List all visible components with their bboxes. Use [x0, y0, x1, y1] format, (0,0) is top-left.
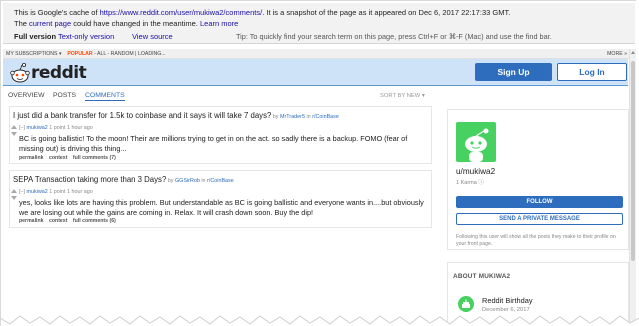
comment-body: BC is going ballistic! To the moon! Thei… [19, 134, 408, 153]
avatar[interactable] [456, 122, 496, 162]
popular-link[interactable]: POPULAR [67, 51, 92, 57]
send-private-message-button[interactable]: SEND A PRIVATE MESSAGE [456, 213, 623, 225]
follow-button[interactable]: FOLLOW [456, 196, 623, 208]
reddit-snoo-icon[interactable] [9, 62, 31, 84]
profile-username: u/mukiwa2 [456, 167, 496, 176]
reddit-header: reddit Sign Up Log In [3, 59, 628, 86]
comment-author-link[interactable]: mukiwa2 [27, 125, 48, 131]
log-in-button[interactable]: Log In [557, 63, 627, 81]
post-title-line: SEPA Transaction taking more than 3 Days… [13, 175, 234, 184]
comment-actions: permalink context full comments (6) [19, 218, 120, 224]
by-label: by [271, 114, 281, 120]
downvote-arrow-icon[interactable] [11, 132, 17, 136]
vote-controls [11, 123, 17, 136]
sort-dropdown[interactable]: SORT BY NEW ▾ [380, 93, 425, 99]
full-comments-link[interactable]: full comments (6) [73, 218, 116, 224]
tab-posts[interactable]: POSTS [53, 92, 76, 99]
scrollbar-thumb[interactable] [631, 61, 635, 261]
in-label: in [199, 178, 208, 184]
vote-controls [11, 187, 17, 200]
cache-tip: Tip: To quickly find your search term on… [236, 32, 552, 41]
by-label: by [166, 178, 175, 184]
tab-overview[interactable]: OVERVIEW [8, 92, 45, 99]
cache-line2-prefix: The [14, 19, 30, 28]
text-only-version-link[interactable]: Text-only version [58, 32, 114, 41]
cache-prefix: This is Google's cache of [14, 8, 100, 17]
context-link[interactable]: context [49, 218, 67, 224]
about-heading: ABOUT MUKIWA2 [453, 273, 511, 280]
comment-meta: [–] mukiwa2 1 point 1 hour ago [19, 125, 93, 131]
full-comments-link[interactable]: full comments (7) [73, 155, 116, 161]
post-title[interactable]: SEPA Transaction taking more than 3 Days… [13, 175, 166, 184]
snoo-avatar-icon [465, 128, 489, 162]
sign-up-button[interactable]: Sign Up [475, 63, 552, 81]
view-source-link[interactable]: View source [132, 32, 173, 41]
my-subscriptions-dropdown[interactable]: MY SUBSCRIPTIONS ▾ [6, 51, 62, 57]
context-link[interactable]: context [49, 155, 67, 161]
torn-edge-decoration [0, 315, 639, 326]
subreddit-link[interactable]: r/CoinBase [312, 114, 339, 120]
post-author-link[interactable]: MrTrader5 [280, 114, 305, 120]
google-cache-banner: This is Google's cache of https://www.re… [3, 3, 635, 44]
permalink-link[interactable]: permalink [19, 155, 44, 161]
comment-score-time: 1 point 1 hour ago [47, 189, 93, 195]
more-subreddits-link[interactable]: MORE » [607, 51, 627, 57]
comment-author-link[interactable]: mukiwa2 [27, 189, 48, 195]
upvote-arrow-icon[interactable] [11, 189, 17, 193]
comment-card: I just did a bank transfer for 1.5k to c… [9, 106, 432, 164]
birthday-label: Reddit Birthday [482, 296, 533, 305]
comment-score-time: 1 point 1 hour ago [47, 125, 93, 131]
cache-suffix: . It is a snapshot of the page as it app… [262, 8, 511, 17]
follow-note: Following this user will show all the po… [456, 234, 616, 247]
page-frame: This is Google's cache of https://www.re… [0, 0, 639, 326]
comment-meta: [–] mukiwa2 1 point 1 hour ago [19, 189, 93, 195]
karma-count: 1 Karma ⓘ [456, 180, 484, 186]
upvote-arrow-icon[interactable] [11, 125, 17, 129]
page-scrollbar[interactable] [629, 49, 636, 326]
comment-body: yes, looks like lots are having this pro… [19, 198, 424, 217]
post-title-line: I just did a bank transfer for 1.5k to c… [13, 111, 339, 120]
profile-card: u/mukiwa2 1 Karma ⓘ FOLLOW SEND A PRIVAT… [447, 109, 629, 250]
reddit-wordmark[interactable]: reddit [31, 63, 87, 83]
post-author-link[interactable]: GGSirRob [175, 178, 200, 184]
subreddit-bar: MY SUBSCRIPTIONS ▾ POPULAR - ALL - RANDO… [3, 49, 635, 59]
cache-line-2: The current page could have changed in t… [14, 19, 238, 28]
cache-line-1: This is Google's cache of https://www.re… [14, 8, 510, 17]
cache-line2-suffix: could have changed in the meantime. [71, 19, 200, 28]
subreddit-links[interactable]: - ALL - RANDOM | LOADING... [93, 51, 166, 57]
collapse-toggle[interactable]: [–] [19, 125, 27, 131]
subreddit-link[interactable]: r/CoinBase [207, 178, 234, 184]
tab-comments[interactable]: COMMENTS [85, 92, 125, 101]
comment-actions: permalink context full comments (7) [19, 155, 120, 161]
post-title[interactable]: I just did a bank transfer for 1.5k to c… [13, 111, 271, 120]
comment-card: SEPA Transaction taking more than 3 Days… [9, 170, 432, 228]
permalink-link[interactable]: permalink [19, 218, 44, 224]
cached-url-link[interactable]: https://www.reddit.com/user/mukiwa2/comm… [100, 8, 263, 17]
full-version-label: Full version [14, 32, 57, 41]
learn-more-link[interactable]: Learn more [200, 19, 238, 28]
downvote-arrow-icon[interactable] [11, 196, 17, 200]
scroll-up-icon[interactable] [631, 51, 635, 54]
cache-version-links: Full version Text-only version View sour… [14, 32, 173, 41]
current-page-link[interactable]: current page [29, 19, 71, 28]
collapse-toggle[interactable]: [–] [19, 189, 27, 195]
